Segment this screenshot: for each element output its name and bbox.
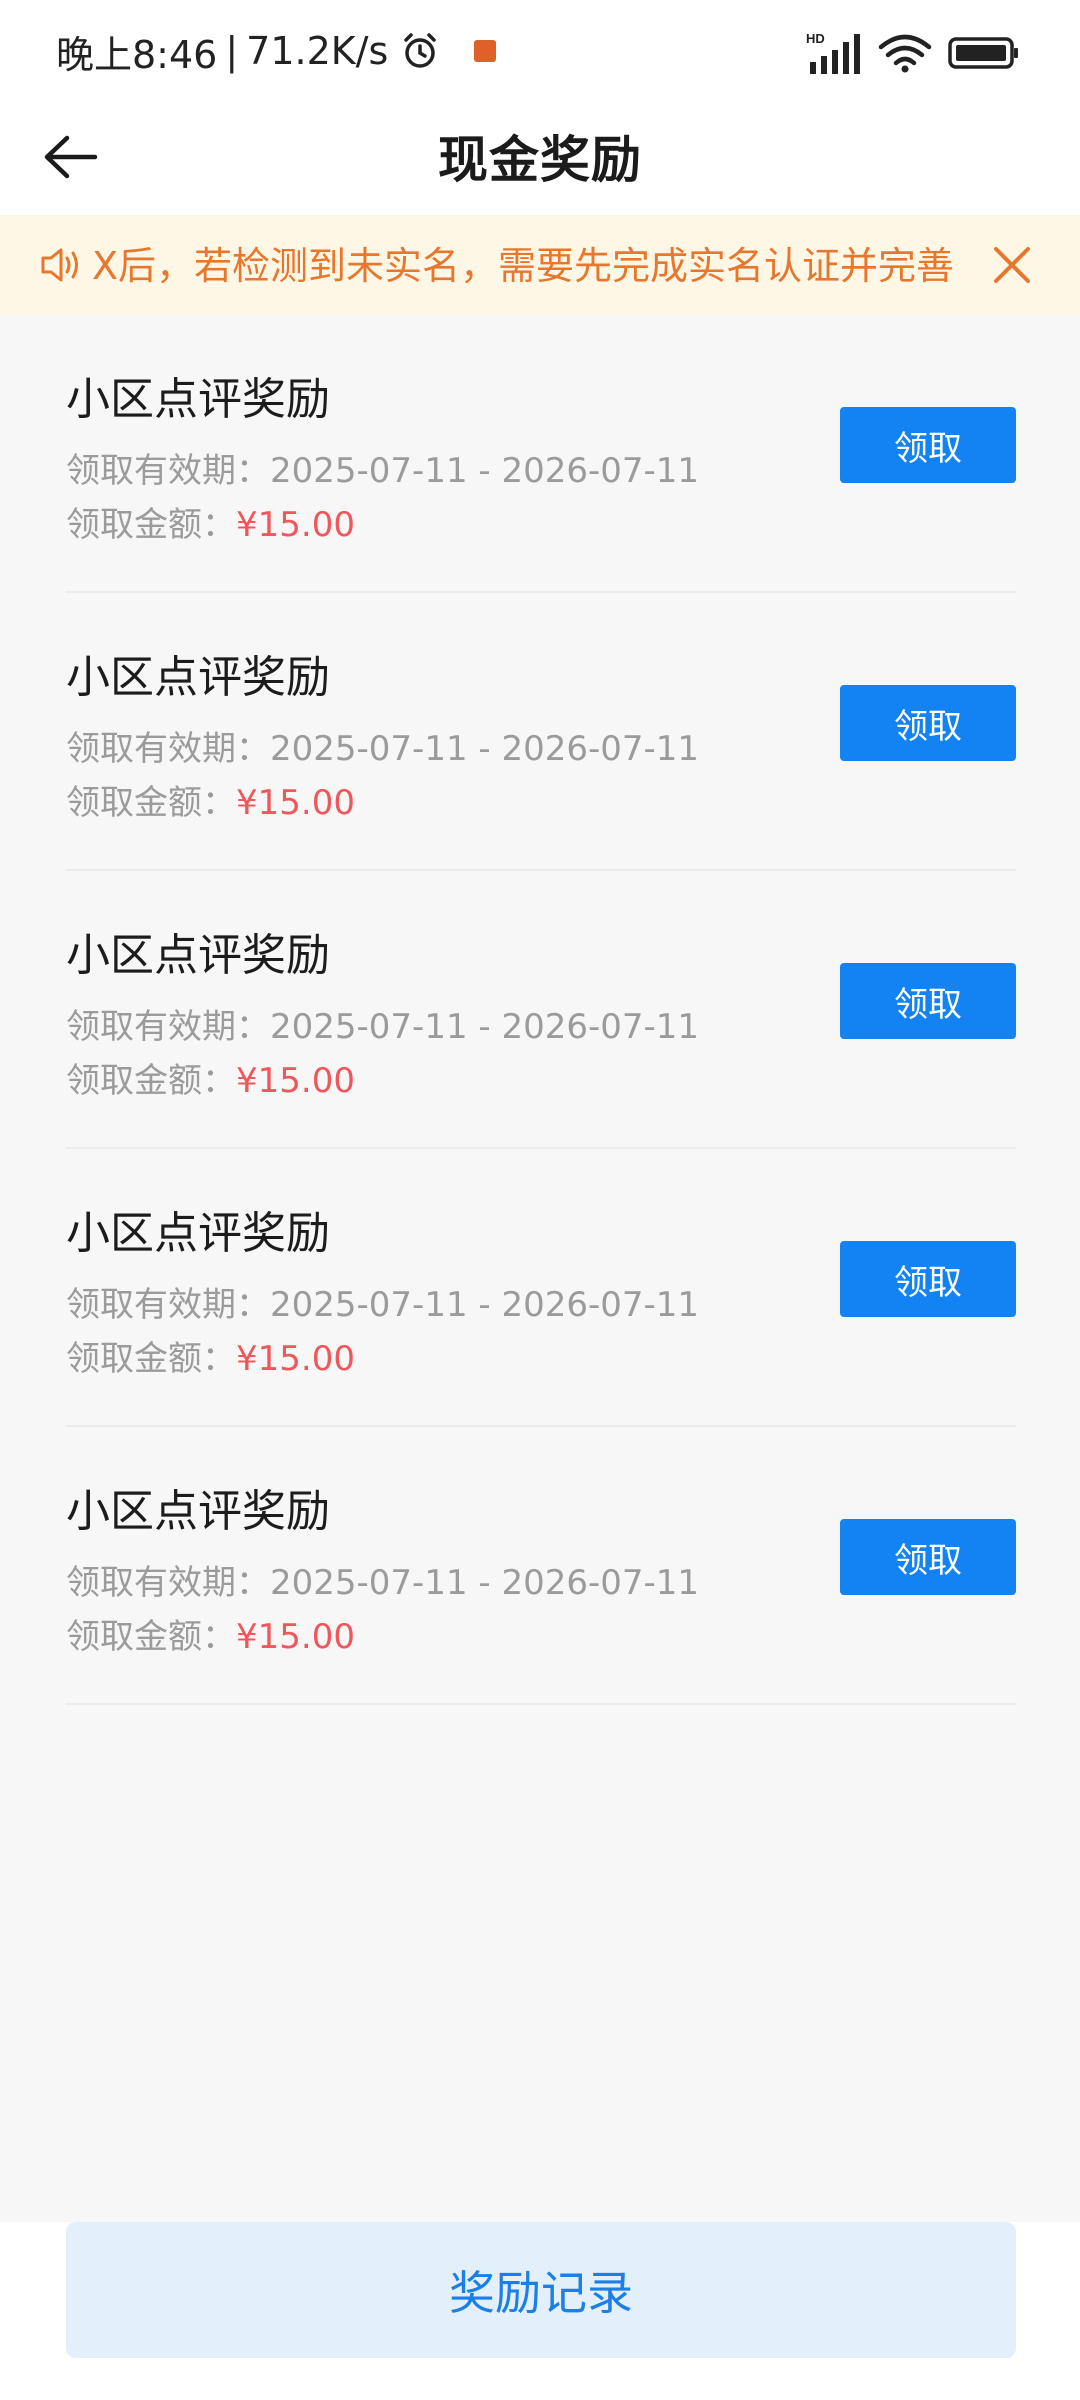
list-item: 小区点评奖励 领取有效期：2025-07-11 - 2026-07-11 领取金… bbox=[66, 1149, 1016, 1427]
reward-period: 领取有效期：2025-07-11 - 2026-07-11 bbox=[66, 1555, 699, 1604]
period-value: 2025-07-11 - 2026-07-11 bbox=[270, 451, 700, 491]
status-speed: 71.2K/s bbox=[246, 29, 389, 73]
reward-title: 小区点评奖励 bbox=[66, 652, 330, 703]
wifi-icon bbox=[878, 34, 932, 73]
reward-list: 小区点评奖励 领取有效期：2025-07-11 - 2026-07-11 领取金… bbox=[66, 315, 1016, 1705]
amount-value: ¥15.00 bbox=[236, 783, 355, 823]
amount-value: ¥15.00 bbox=[236, 1617, 355, 1657]
period-value: 2025-07-11 - 2026-07-11 bbox=[270, 1007, 700, 1047]
amount-value: ¥15.00 bbox=[236, 1061, 355, 1101]
reward-title: 小区点评奖励 bbox=[66, 374, 330, 425]
reward-amount: 领取金额：¥15.00 bbox=[66, 1053, 355, 1102]
claim-button[interactable]: 领取 bbox=[840, 1241, 1016, 1317]
reward-title: 小区点评奖励 bbox=[66, 1208, 330, 1259]
close-icon[interactable] bbox=[984, 237, 1040, 293]
amount-label: 领取金额： bbox=[66, 505, 236, 545]
list-item: 小区点评奖励 领取有效期：2025-07-11 - 2026-07-11 领取金… bbox=[66, 1427, 1016, 1705]
claim-button[interactable]: 领取 bbox=[840, 407, 1016, 483]
bottom-bar: 奖励记录 bbox=[0, 2222, 1080, 2400]
status-right: HD bbox=[806, 28, 1020, 78]
reward-period: 领取有效期：2025-07-11 - 2026-07-11 bbox=[66, 999, 699, 1048]
alarm-icon bbox=[404, 33, 437, 68]
amount-label: 领取金额： bbox=[66, 1061, 236, 1101]
signal-icon: HD bbox=[806, 31, 860, 74]
reward-amount: 领取金额：¥15.00 bbox=[66, 1609, 355, 1658]
reward-amount: 领取金额：¥15.00 bbox=[66, 775, 355, 824]
notice-bar: X后，若检测到未实名，需要先完成实名认证并完善 bbox=[0, 215, 1080, 315]
claim-button[interactable]: 领取 bbox=[840, 963, 1016, 1039]
status-separator: | bbox=[225, 29, 239, 73]
claim-button[interactable]: 领取 bbox=[840, 1519, 1016, 1595]
reward-period: 领取有效期：2025-07-11 - 2026-07-11 bbox=[66, 1277, 699, 1326]
period-label: 领取有效期： bbox=[66, 1563, 270, 1603]
status-bar: 晚上8:46 | 71.2K/s HD bbox=[0, 0, 1080, 100]
network-type-label: HD bbox=[806, 31, 825, 46]
reward-title: 小区点评奖励 bbox=[66, 1486, 330, 1537]
status-time: 晚上8:46 bbox=[56, 32, 218, 77]
nav-header: 现金奖励 bbox=[0, 100, 1080, 215]
amount-value: ¥15.00 bbox=[236, 505, 355, 545]
period-value: 2025-07-11 - 2026-07-11 bbox=[270, 1285, 700, 1325]
amount-label: 领取金额： bbox=[66, 783, 236, 823]
speaker-icon bbox=[41, 248, 78, 282]
reward-record-button[interactable]: 奖励记录 bbox=[66, 2222, 1016, 2358]
page-title: 现金奖励 bbox=[438, 131, 642, 189]
reward-period: 领取有效期：2025-07-11 - 2026-07-11 bbox=[66, 443, 699, 492]
period-value: 2025-07-11 - 2026-07-11 bbox=[270, 1563, 700, 1603]
app-notification-icon bbox=[474, 40, 497, 62]
amount-value: ¥15.00 bbox=[236, 1339, 355, 1379]
list-item: 小区点评奖励 领取有效期：2025-07-11 - 2026-07-11 领取金… bbox=[66, 871, 1016, 1149]
amount-label: 领取金额： bbox=[66, 1617, 236, 1657]
period-label: 领取有效期： bbox=[66, 1285, 270, 1325]
status-left: 晚上8:46 | 71.2K/s bbox=[56, 26, 497, 77]
period-value: 2025-07-11 - 2026-07-11 bbox=[270, 729, 700, 769]
list-item: 小区点评奖励 领取有效期：2025-07-11 - 2026-07-11 领取金… bbox=[66, 315, 1016, 593]
claim-button[interactable]: 领取 bbox=[840, 685, 1016, 761]
period-label: 领取有效期： bbox=[66, 451, 270, 491]
reward-period: 领取有效期：2025-07-11 - 2026-07-11 bbox=[66, 721, 699, 770]
period-label: 领取有效期： bbox=[66, 729, 270, 769]
reward-title: 小区点评奖励 bbox=[66, 930, 330, 981]
amount-label: 领取金额： bbox=[66, 1339, 236, 1379]
battery-icon bbox=[948, 37, 1018, 69]
period-label: 领取有效期： bbox=[66, 1007, 270, 1047]
list-item: 小区点评奖励 领取有效期：2025-07-11 - 2026-07-11 领取金… bbox=[66, 593, 1016, 871]
reward-amount: 领取金额：¥15.00 bbox=[66, 497, 355, 546]
notice-text: X后，若检测到未实名，需要先完成实名认证并完善 bbox=[92, 244, 955, 288]
reward-page: 晚上8:46 | 71.2K/s HD 现金奖励 X后，若检测到未实名，需要先完… bbox=[0, 0, 1080, 2400]
reward-amount: 领取金额：¥15.00 bbox=[66, 1331, 355, 1380]
